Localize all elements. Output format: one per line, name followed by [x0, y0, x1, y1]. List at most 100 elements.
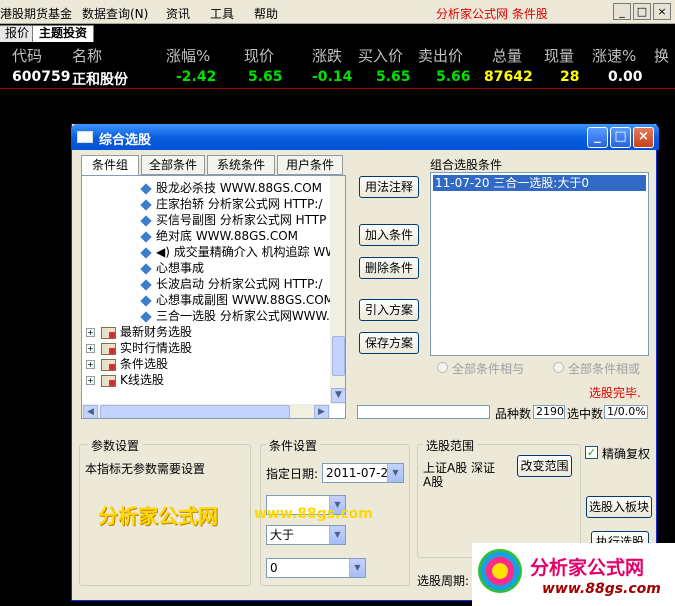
radio-all-and[interactable]: [437, 362, 448, 373]
close-button[interactable]: ×: [653, 3, 671, 20]
menu-item-tools[interactable]: 工具: [210, 5, 234, 22]
value-select[interactable]: 0 ▼: [266, 558, 366, 578]
tree-item[interactable]: 庄家抬轿 分析家公式网 HTTP:/: [140, 196, 322, 212]
operator-select[interactable]: 大于 ▼: [266, 525, 346, 545]
scroll-right-icon[interactable]: ▶: [314, 405, 329, 418]
folder-icon: [101, 342, 116, 355]
col-change: 涨跌: [312, 47, 343, 65]
dialog-close-icon[interactable]: ×: [633, 127, 654, 148]
tree-item[interactable]: 绝对底 WWW.88GS.COM: [140, 228, 298, 244]
formula-icon: [140, 198, 152, 211]
chevron-down-icon[interactable]: ▼: [349, 559, 365, 577]
maximize-button[interactable]: □: [633, 3, 651, 20]
params-text: 本指标无参数需要设置: [85, 462, 206, 476]
date-label: 指定日期:: [266, 467, 319, 481]
col-ask: 卖出价: [418, 47, 464, 65]
condition-settings-legend: 条件设置: [266, 437, 321, 454]
tree-item-selected[interactable]: 三合一选股 分析家公式网WWW.8: [140, 308, 337, 324]
tree-item[interactable]: ◀) 成交量精确介入 机构追踪 WW: [140, 244, 337, 260]
tab-condition-group[interactable]: 条件组: [81, 155, 139, 176]
watermark-url: www.88gs.com: [254, 506, 373, 522]
menu-item-futures[interactable]: 港股期货基金: [0, 5, 72, 22]
col-change-pct: 涨幅%: [166, 47, 211, 65]
count-label: 品种数: [495, 407, 532, 421]
cell-price: 5.65: [248, 69, 283, 85]
tree-item[interactable]: 买信号副图 分析家公式网 HTTP: [140, 212, 326, 228]
chevron-down-icon[interactable]: ▼: [387, 464, 403, 482]
cell-volume: 87642: [484, 69, 533, 85]
menu-item-help[interactable]: 帮助: [254, 5, 278, 22]
col-bid: 买入价: [358, 47, 404, 65]
tab-system-conditions[interactable]: 系统条件: [207, 155, 275, 175]
expand-icon[interactable]: +: [86, 344, 95, 353]
tree-item[interactable]: 股龙必杀技 WWW.88GS.COM: [140, 180, 322, 196]
cell-code: 600759: [12, 69, 71, 85]
tab-user-conditions[interactable]: 用户条件: [277, 155, 343, 175]
import-plan-button[interactable]: 引入方案: [359, 299, 419, 321]
chevron-down-icon[interactable]: ▼: [329, 526, 345, 544]
tab-theme-invest[interactable]: 主题投资: [32, 25, 95, 42]
radio-all-or[interactable]: [553, 362, 564, 373]
radio-all-and-label: 全部条件相与: [452, 362, 525, 376]
menu-item-news[interactable]: 资讯: [166, 5, 190, 22]
cell-speed: 0.00: [608, 69, 643, 85]
range-text-2: A股: [423, 475, 444, 489]
dialog-title: 综合选股: [99, 133, 152, 148]
col-turnover: 换: [654, 47, 670, 65]
col-code: 代码: [12, 47, 43, 65]
list-item[interactable]: 11-07-20 三合一选股:大于0: [433, 175, 646, 191]
cell-name: 正和股份: [72, 72, 128, 88]
change-range-button[interactable]: 改变范围: [517, 455, 572, 477]
formula-icon: [140, 310, 152, 323]
formula-icon: [140, 246, 152, 259]
cell-change-pct: -2.42: [176, 69, 217, 85]
tree-group[interactable]: + 条件选股: [86, 356, 168, 372]
tree-vscroll-thumb[interactable]: [332, 336, 345, 376]
tree-item[interactable]: 心想事成副图 WWW.88GS.COM: [140, 292, 334, 308]
tree-hscroll-thumb[interactable]: [100, 405, 290, 418]
params-legend: 参数设置: [88, 437, 143, 454]
formula-icon: [140, 278, 152, 291]
tree-group[interactable]: + K线选股: [86, 372, 164, 388]
scroll-left-icon[interactable]: ◀: [83, 405, 98, 418]
col-cur-vol: 现量: [544, 47, 575, 65]
to-block-button[interactable]: 选股入板块: [586, 496, 652, 518]
tab-bar: 报价 主题投资: [0, 24, 675, 42]
formula-icon: [140, 214, 152, 227]
expand-icon[interactable]: +: [86, 376, 95, 385]
date-select[interactable]: 2011-07-20 ▼: [322, 463, 404, 483]
logo-url: www.88gs.com: [542, 581, 661, 597]
tree-group[interactable]: + 实时行情选股: [86, 340, 192, 356]
cell-ask: 5.66: [436, 69, 471, 85]
tree-item[interactable]: 长波启动 分析家公式网 HTTP:/: [140, 276, 322, 292]
app-title: 分析家公式网 条件股: [436, 7, 548, 21]
dialog-titlebar[interactable]: 综合选股 _ □ ×: [71, 124, 659, 150]
delete-condition-button[interactable]: 删除条件: [359, 257, 419, 279]
col-volume: 总量: [492, 47, 523, 65]
usage-button[interactable]: 用法注释: [359, 176, 419, 198]
dialog-maximize-icon[interactable]: □: [610, 127, 631, 148]
exact-adjust-label: 精确复权: [602, 447, 651, 461]
save-plan-button[interactable]: 保存方案: [359, 332, 419, 354]
formula-icon: [140, 182, 152, 195]
tree-item[interactable]: 心想事成: [140, 260, 204, 276]
condition-tree[interactable]: 股龙必杀技 WWW.88GS.COM 庄家抬轿 分析家公式网 HTTP:/ 买信…: [81, 175, 346, 419]
folder-icon: [101, 374, 116, 387]
exact-adjust-checkbox[interactable]: ✓: [585, 446, 598, 459]
folder-icon: [101, 326, 116, 339]
combined-conditions-list[interactable]: 11-07-20 三合一选股:大于0: [430, 172, 649, 356]
col-speed: 涨速%: [592, 47, 637, 65]
expand-icon[interactable]: +: [86, 328, 95, 337]
expand-icon[interactable]: +: [86, 360, 95, 369]
row-separator: [0, 88, 675, 89]
menu-item-data-query[interactable]: 数据查询(N): [82, 5, 148, 22]
formula-icon: [140, 294, 152, 307]
tab-quote[interactable]: 报价: [0, 25, 37, 42]
add-condition-button[interactable]: 加入条件: [359, 224, 419, 246]
cell-cur-vol: 28: [560, 69, 580, 85]
scroll-down-icon[interactable]: ▼: [331, 388, 345, 403]
minimize-button[interactable]: _: [613, 3, 631, 20]
tab-all-conditions[interactable]: 全部条件: [141, 155, 205, 175]
tree-group[interactable]: + 最新财务选股: [86, 324, 192, 340]
dialog-minimize-icon[interactable]: _: [587, 127, 608, 148]
